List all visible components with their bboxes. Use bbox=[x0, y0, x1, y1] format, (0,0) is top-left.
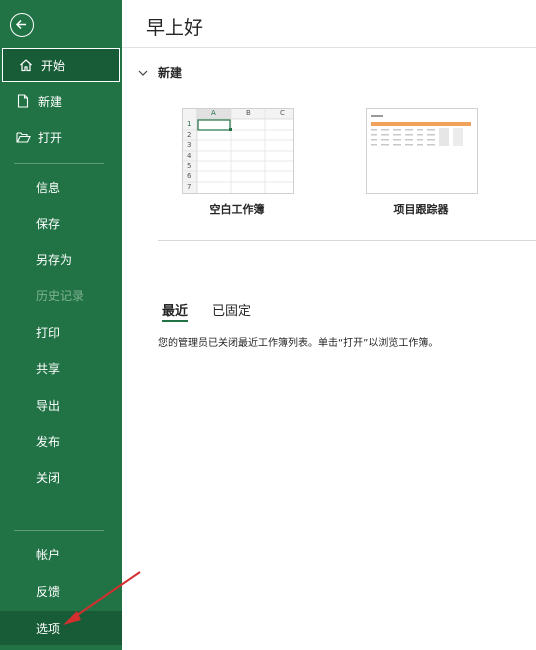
tab-recent[interactable]: 最近 bbox=[162, 300, 188, 319]
new-section-toggle[interactable]: 新建 bbox=[138, 64, 182, 81]
project-tracker-thumbnail bbox=[367, 109, 477, 193]
page-title: 早上好 bbox=[146, 17, 204, 39]
title-divider bbox=[122, 47, 536, 48]
nav-share-label: 共享 bbox=[36, 361, 61, 376]
nav-open[interactable]: 打开 bbox=[0, 120, 122, 154]
section-divider bbox=[158, 240, 536, 241]
nav-account[interactable]: 帐户 bbox=[0, 537, 122, 571]
nav-history-label: 历史记录 bbox=[36, 288, 85, 303]
chevron-down-icon bbox=[138, 70, 148, 76]
row-header-4: 4 bbox=[187, 152, 192, 160]
nav-open-label: 打开 bbox=[38, 130, 63, 145]
home-icon bbox=[17, 56, 35, 74]
back-button[interactable] bbox=[10, 13, 34, 37]
row-header-7: 7 bbox=[187, 183, 192, 191]
nav-new-label: 新建 bbox=[38, 94, 63, 109]
tab-recent-underline bbox=[162, 320, 188, 322]
recent-disabled-notice: 您的管理员已关闭最近工作簿列表。单击“打开”以浏览工作簿。 bbox=[158, 338, 439, 349]
nav-close-label: 关闭 bbox=[36, 470, 61, 485]
row-header-6: 6 bbox=[187, 172, 192, 180]
nav-save-as[interactable]: 另存为 bbox=[0, 242, 122, 276]
backstage-sidebar: 开始 新建 打开 信息 保存 另存为 历史记录 打印 共享 导出 发布 关闭 帐… bbox=[0, 0, 122, 650]
new-file-icon bbox=[14, 92, 32, 110]
nav-share[interactable]: 共享 bbox=[0, 351, 122, 385]
nav-publish-label: 发布 bbox=[36, 434, 61, 449]
tab-pinned[interactable]: 已固定 bbox=[212, 300, 251, 319]
project-tracker-label[interactable]: 项目跟踪器 bbox=[341, 201, 501, 217]
nav-print-label: 打印 bbox=[36, 325, 61, 340]
nav-home[interactable]: 开始 bbox=[2, 48, 120, 82]
column-header-b: B bbox=[246, 109, 251, 117]
nav-save[interactable]: 保存 bbox=[0, 206, 122, 240]
backstage-main: 早上好 新建 A B C 1 2 3 4 5 6 7 空白工作簿 项目跟踪器 最… bbox=[122, 0, 536, 650]
nav-history: 历史记录 bbox=[0, 278, 122, 312]
row-header-3: 3 bbox=[187, 141, 192, 149]
open-folder-icon bbox=[14, 128, 32, 146]
row-header-1: 1 bbox=[187, 120, 192, 128]
row-header-5: 5 bbox=[187, 162, 192, 170]
sidebar-divider bbox=[14, 163, 104, 164]
nav-print[interactable]: 打印 bbox=[0, 315, 122, 349]
nav-home-label: 开始 bbox=[41, 58, 66, 73]
blank-workbook-thumbnail bbox=[183, 109, 293, 193]
nav-close[interactable]: 关闭 bbox=[0, 460, 122, 494]
column-header-a: A bbox=[211, 109, 216, 117]
nav-new[interactable]: 新建 bbox=[0, 84, 122, 118]
nav-info[interactable]: 信息 bbox=[0, 170, 122, 204]
blank-workbook-template[interactable]: A B C 1 2 3 4 5 6 7 bbox=[182, 108, 294, 194]
nav-save-as-label: 另存为 bbox=[36, 252, 73, 267]
arrow-left-icon bbox=[15, 19, 26, 30]
project-tracker-template[interactable] bbox=[366, 108, 478, 194]
nav-save-label: 保存 bbox=[36, 216, 61, 231]
column-header-c: C bbox=[280, 109, 285, 117]
new-section-title: 新建 bbox=[158, 66, 183, 80]
sidebar-divider-bottom bbox=[14, 530, 104, 531]
row-header-2: 2 bbox=[187, 131, 192, 139]
nav-publish[interactable]: 发布 bbox=[0, 424, 122, 458]
nav-account-label: 帐户 bbox=[36, 547, 61, 562]
blank-workbook-label[interactable]: 空白工作簿 bbox=[157, 201, 317, 217]
nav-export-label: 导出 bbox=[36, 398, 61, 413]
nav-export[interactable]: 导出 bbox=[0, 388, 122, 422]
nav-info-label: 信息 bbox=[36, 180, 61, 195]
